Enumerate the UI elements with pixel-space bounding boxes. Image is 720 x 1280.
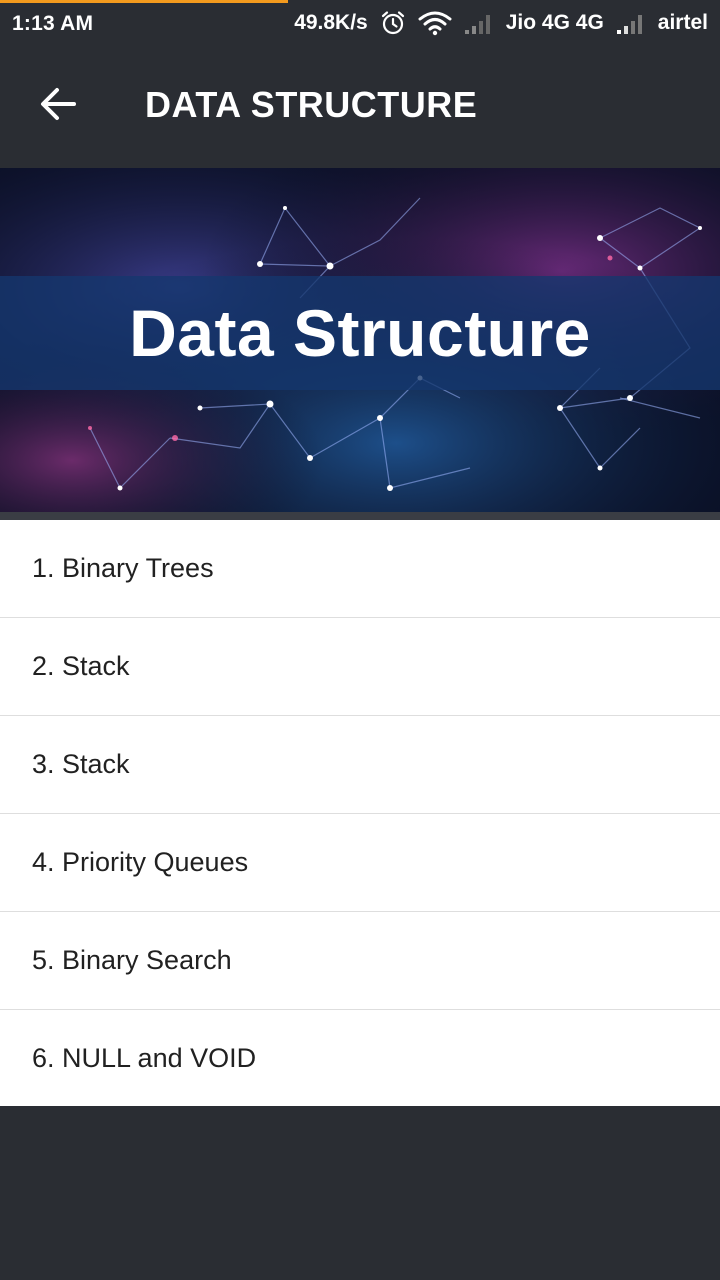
carrier-airtel: airtel	[657, 11, 708, 34]
list-item[interactable]: 5. Binary Search	[0, 912, 720, 1010]
list-item-label: 5. Binary Search	[32, 945, 232, 975]
alarm-icon	[380, 10, 406, 36]
list-item-label: 1. Binary Trees	[32, 553, 214, 583]
list-item[interactable]: 3. Stack	[0, 716, 720, 814]
status-bar: 1:13 AM 49.8K/s Jio 4G 4G airtel	[0, 0, 720, 48]
status-indicators: 49.8K/s Jio 4G 4G airtel	[294, 10, 708, 36]
page-load-progress	[0, 0, 288, 3]
carrier-jio: Jio 4G 4G	[505, 11, 604, 34]
wifi-icon	[418, 10, 452, 36]
list-item[interactable]: 2. Stack	[0, 618, 720, 716]
back-button[interactable]	[30, 78, 86, 134]
network-speed: 49.8K/s	[294, 11, 368, 34]
list-item[interactable]: 1. Binary Trees	[0, 520, 720, 618]
signal-icon-weak	[464, 12, 494, 34]
page-title: DATA STRUCTURE	[145, 84, 478, 125]
app-bar: DATA STRUCTURE	[0, 48, 720, 168]
signal-icon	[616, 12, 646, 34]
arrow-left-icon	[39, 87, 77, 126]
list-item-label: 3. Stack	[32, 749, 130, 779]
list-item-label: 4. Priority Queues	[32, 847, 249, 877]
status-time: 1:13 AM	[12, 12, 94, 35]
list-item-label: 6. NULL and VOID	[32, 1042, 257, 1073]
list-item-label: 2. Stack	[32, 651, 130, 681]
topic-list: 1. Binary Trees 2. Stack 3. Stack 4. Pri…	[0, 520, 720, 1106]
banner-image: Data Structure	[0, 168, 720, 512]
divider	[0, 512, 720, 520]
list-item[interactable]: 4. Priority Queues	[0, 814, 720, 912]
banner-title: Data Structure	[129, 296, 591, 370]
list-item[interactable]: 6. NULL and VOID	[0, 1010, 720, 1106]
